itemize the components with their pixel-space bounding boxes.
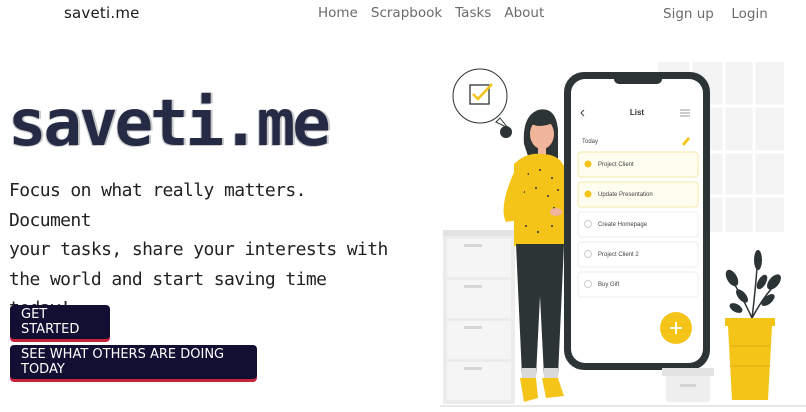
hero-description: Focus on what really matters. Document y… — [9, 176, 394, 324]
checkbox-icon — [452, 68, 509, 129]
see-others-button[interactable]: SEE WHAT OTHERS ARE DOING TODAY — [10, 345, 257, 379]
filing-cabinet — [443, 230, 515, 404]
signup-link[interactable]: Sign up — [663, 6, 714, 22]
task-label: Create Homepage — [598, 222, 648, 228]
brand-logo[interactable]: saveti.me — [64, 4, 140, 22]
nav-link-scrapbook[interactable]: Scrapbook — [371, 5, 442, 21]
stacked-boxes — [662, 368, 714, 402]
nav-link-home[interactable]: Home — [318, 5, 358, 21]
hero-text-line: your tasks, share your interests with — [9, 239, 388, 260]
nav-link-tasks[interactable]: Tasks — [455, 5, 491, 21]
task-label: Update Presentation — [598, 192, 653, 198]
login-link[interactable]: Login — [731, 6, 767, 22]
nav-link-about[interactable]: About — [504, 5, 544, 21]
hero-text-line: Focus on what really matters. Document — [9, 180, 306, 231]
task-label: Buy Gift — [598, 282, 620, 288]
hero-illustration: List Today Project Client Update Present… — [440, 62, 806, 407]
hero-title: saveti.me — [8, 87, 331, 161]
task-label: Project Client — [598, 162, 634, 168]
task-list: Project Client Update Presentation Creat… — [577, 151, 699, 298]
nav-auth: Sign up Login — [663, 5, 781, 23]
task-label: Project Client 2 — [598, 252, 639, 258]
navbar: saveti.me Home Scrapbook Tasks About Sig… — [0, 0, 806, 28]
nav-links: Home Scrapbook Tasks About — [318, 5, 557, 21]
potted-plant — [725, 250, 781, 400]
phone-section-label: Today — [582, 139, 598, 145]
get-started-button[interactable]: GET STARTED — [10, 305, 110, 339]
plus-icon — [660, 312, 692, 344]
phone-header: List — [630, 108, 645, 117]
phone-mockup: List Today Project Client Update Present… — [564, 72, 710, 370]
